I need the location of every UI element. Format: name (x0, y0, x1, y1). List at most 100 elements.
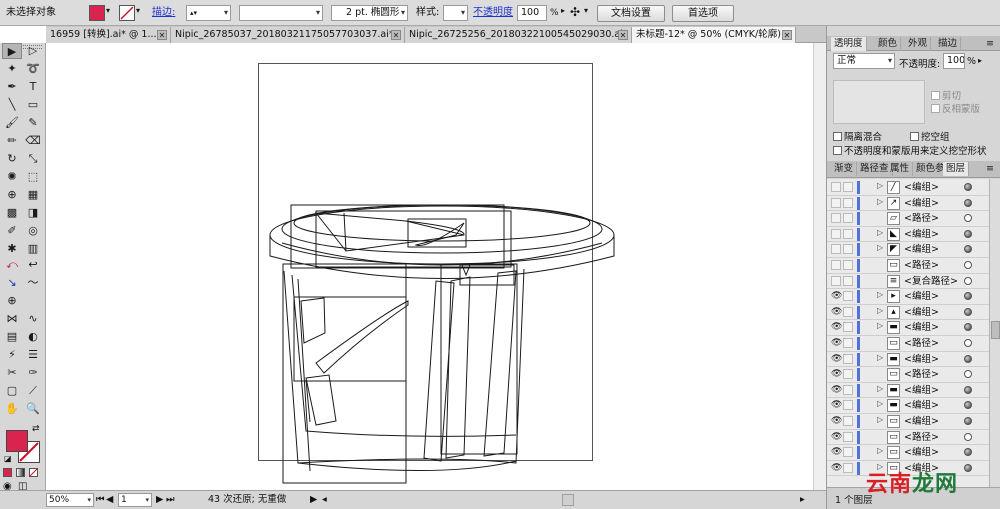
invert-mask-option[interactable]: 反相蒙版 (931, 101, 980, 115)
tab-layers[interactable]: 图层 (943, 162, 970, 176)
visibility-eye-icon[interactable] (831, 228, 841, 239)
target-circle-icon[interactable] (964, 448, 972, 457)
selection-tool-icon[interactable]: ▶ (2, 43, 22, 59)
expand-triangle-icon[interactable]: ▷ (877, 243, 883, 252)
blend-tool-icon[interactable]: ◎ (23, 223, 43, 239)
lock-toggle-icon[interactable] (843, 338, 853, 348)
target-circle-icon[interactable] (964, 214, 972, 223)
swap-colors-icon[interactable]: ⇄ (32, 424, 40, 434)
visibility-eye-icon[interactable]: 👁 (831, 291, 842, 301)
visibility-eye-icon[interactable]: 👁 (831, 447, 842, 457)
brush-definition-select[interactable]: 2 pt. 椭圆形 ▾ (331, 5, 408, 21)
lock-toggle-icon[interactable] (843, 369, 853, 380)
lock-toggle-icon[interactable] (843, 416, 853, 426)
variable-width-profile[interactable]: ▾ (239, 5, 323, 21)
expand-triangle-icon[interactable]: ▷ (877, 197, 883, 206)
visibility-eye-icon[interactable]: 👁 (831, 369, 842, 379)
fill-swatch[interactable] (6, 430, 28, 452)
none-mode-icon[interactable] (29, 468, 38, 477)
column-graph-tool-icon[interactable]: ▥ (23, 241, 43, 257)
isolate-blending-option[interactable]: 隔离混合 (833, 129, 882, 143)
lock-toggle-icon[interactable] (843, 291, 853, 302)
visibility-eye-icon[interactable]: 👁 (831, 307, 842, 317)
free-transform-tool-icon[interactable]: ⬚ (23, 169, 43, 185)
horizontal-scroll-thumb[interactable] (562, 494, 574, 506)
previous-artboard-icon[interactable]: ◀ (106, 493, 113, 507)
slice-tool-icon[interactable]: ✂ (2, 365, 22, 381)
visibility-eye-icon[interactable]: 👁 (831, 385, 842, 395)
gradient-mode-icon[interactable] (16, 468, 25, 477)
color-mode-icon[interactable] (3, 468, 12, 477)
expand-triangle-icon[interactable]: ▷ (877, 384, 883, 393)
opacity-mask-checkbox[interactable] (833, 146, 842, 155)
magic-wand-tool-icon[interactable]: ✦ (2, 61, 22, 77)
visibility-eye-icon[interactable] (831, 182, 841, 192)
fill-dropdown-icon[interactable]: ▾ (106, 6, 110, 15)
target-circle-icon[interactable] (964, 198, 972, 207)
visibility-eye-icon[interactable]: 👁 (831, 463, 842, 473)
target-circle-icon[interactable] (964, 229, 972, 238)
zoom-select[interactable]: 50% ▾ (46, 493, 94, 507)
stroke-weight-input[interactable]: ▴▾ ▾ (186, 5, 231, 21)
expand-triangle-icon[interactable]: ▷ (877, 228, 883, 237)
opacity-mask-option[interactable]: 不透明度和蒙版用来定义挖空形状 (833, 143, 987, 157)
symbol-sprayer-tool-icon[interactable]: ✱ (2, 241, 22, 257)
layer-row[interactable]: ▷ ╱ <编组> (827, 180, 989, 196)
fill-color-swatch[interactable] (89, 5, 105, 21)
preferences-button[interactable]: 首选项 (672, 5, 734, 22)
first-artboard-icon[interactable]: ⏮ (96, 493, 105, 507)
target-circle-icon[interactable] (964, 276, 972, 285)
visibility-eye-icon[interactable]: 👁 (831, 400, 842, 410)
close-icon[interactable]: ✕ (391, 30, 401, 40)
stroke-label[interactable]: 描边: (152, 0, 175, 26)
layer-row[interactable]: ▭ <路径> (827, 258, 989, 274)
close-icon[interactable]: ✕ (157, 30, 167, 40)
wave-tool-icon[interactable]: ∿ (23, 311, 43, 327)
recolor-dropdown-icon[interactable]: ▾ (584, 6, 588, 15)
artboard-tool-icon[interactable]: ▢ (2, 383, 22, 399)
tab-stroke[interactable]: 描边 (935, 37, 962, 51)
layer-row[interactable]: 👁 ▭ <路径> (827, 367, 989, 383)
hand-tool-icon[interactable]: ✋ (2, 401, 22, 417)
opacity-input[interactable]: 100 (517, 5, 547, 21)
crosshair-tool-icon[interactable]: ⊕ (2, 293, 22, 309)
pen-tool-icon[interactable]: ✒ (2, 79, 22, 95)
eyedropper-alt-tool-icon[interactable]: ✑ (23, 365, 43, 381)
knife-tool-icon[interactable]: ↘ (2, 275, 22, 291)
lock-toggle-icon[interactable] (843, 182, 853, 192)
lock-toggle-icon[interactable] (843, 431, 853, 442)
line-segment-tool-icon[interactable]: ╲ (2, 97, 22, 113)
panel-menu-icon[interactable]: ≡ (983, 162, 997, 176)
rotate-tool-icon[interactable]: ↻ (2, 151, 22, 167)
direct-selection-tool-icon[interactable]: ▷ (23, 43, 43, 59)
paintbrush-tool-icon[interactable]: 🖌 (2, 115, 22, 131)
layer-row[interactable]: 👁 ▷ ▬ <编组> (827, 320, 989, 336)
layer-row[interactable]: ▱ <路径> (827, 211, 989, 227)
lock-toggle-icon[interactable] (843, 353, 853, 364)
lock-toggle-icon[interactable] (843, 462, 853, 473)
outline-artwork[interactable] (46, 43, 826, 490)
expand-triangle-icon[interactable]: ▷ (877, 290, 883, 299)
target-circle-icon[interactable] (964, 307, 972, 316)
layer-row[interactable]: ≡ <复合路径> (827, 274, 989, 290)
knockout-group-checkbox[interactable] (910, 132, 919, 141)
layers-scroll-thumb[interactable] (991, 321, 1000, 339)
target-circle-icon[interactable] (964, 183, 972, 191)
width-tool-icon[interactable]: ⤺ (2, 257, 22, 273)
lock-toggle-icon[interactable] (843, 213, 853, 224)
scale-tool-icon[interactable]: ⤡ (23, 151, 43, 167)
target-circle-icon[interactable] (964, 385, 972, 394)
expand-triangle-icon[interactable]: ▷ (877, 321, 883, 330)
expand-triangle-icon[interactable]: ▷ (877, 306, 883, 315)
mesh-tool-icon[interactable]: ▩ (2, 205, 22, 221)
visibility-eye-icon[interactable] (831, 260, 841, 270)
visibility-eye-icon[interactable]: 👁 (831, 338, 842, 348)
opacity-link[interactable]: 不透明度 (473, 0, 513, 26)
visibility-eye-icon[interactable] (831, 197, 841, 208)
visibility-eye-icon[interactable] (831, 244, 841, 255)
document-tab[interactable]: 16959 [转换].ai* @ 1... ✕ (46, 27, 171, 43)
stroke-color-swatch[interactable] (119, 5, 135, 21)
lock-toggle-icon[interactable] (843, 228, 853, 239)
zigzag-tool-icon[interactable]: ⚡ (2, 347, 22, 363)
lock-toggle-icon[interactable] (843, 384, 853, 395)
